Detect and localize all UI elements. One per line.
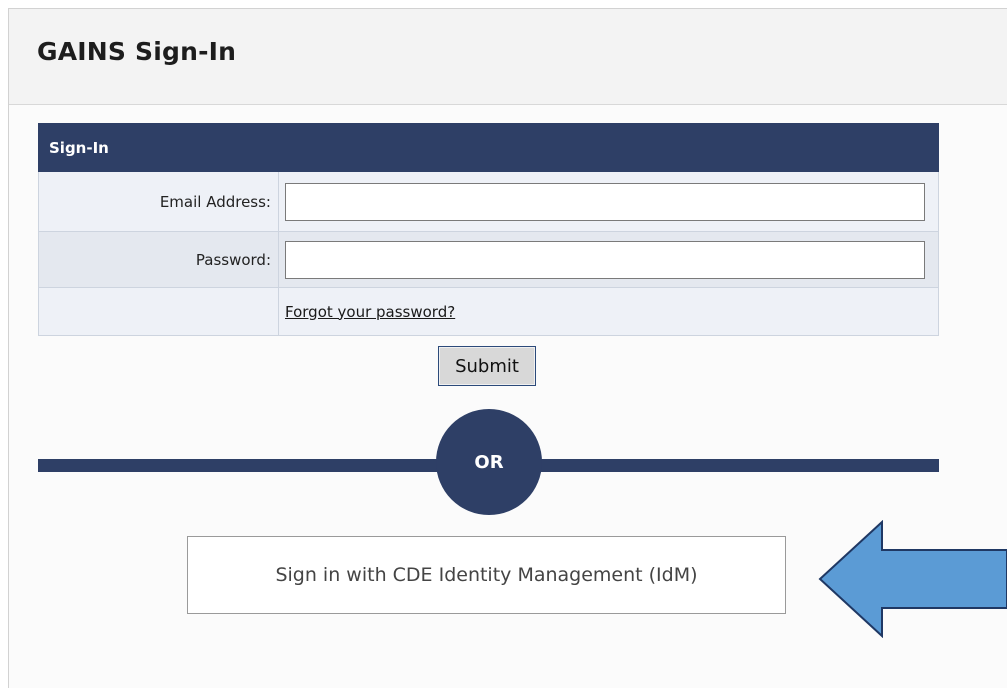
or-label: OR — [474, 451, 504, 473]
password-field-cell — [278, 231, 939, 288]
left-arrow-shape — [818, 520, 1007, 638]
page-header: GAINS Sign-In — [9, 9, 1007, 105]
password-input[interactable] — [285, 240, 925, 279]
signin-heading-row: Sign-In — [38, 123, 939, 172]
email-input[interactable] — [285, 182, 925, 221]
forgot-password-link[interactable]: Forgot your password? — [285, 303, 455, 321]
email-label: Email Address: — [38, 171, 279, 232]
or-badge: OR — [436, 409, 542, 515]
forgot-link-cell: Forgot your password? — [278, 287, 939, 336]
signin-heading: Sign-In — [38, 123, 939, 172]
email-row: Email Address: — [38, 171, 939, 232]
forgot-row-spacer — [38, 287, 279, 336]
signin-form-table: Sign-In Email Address: Password: Forgot … — [38, 123, 939, 336]
left-arrow-icon — [818, 520, 1007, 638]
email-field-cell — [278, 171, 939, 232]
submit-button[interactable]: Submit — [438, 346, 536, 386]
password-row: Password: — [38, 231, 939, 288]
password-label: Password: — [38, 231, 279, 288]
page-title: GAINS Sign-In — [37, 37, 237, 66]
idm-signin-button[interactable]: Sign in with CDE Identity Management (Id… — [187, 536, 786, 614]
forgot-row: Forgot your password? — [38, 287, 939, 336]
